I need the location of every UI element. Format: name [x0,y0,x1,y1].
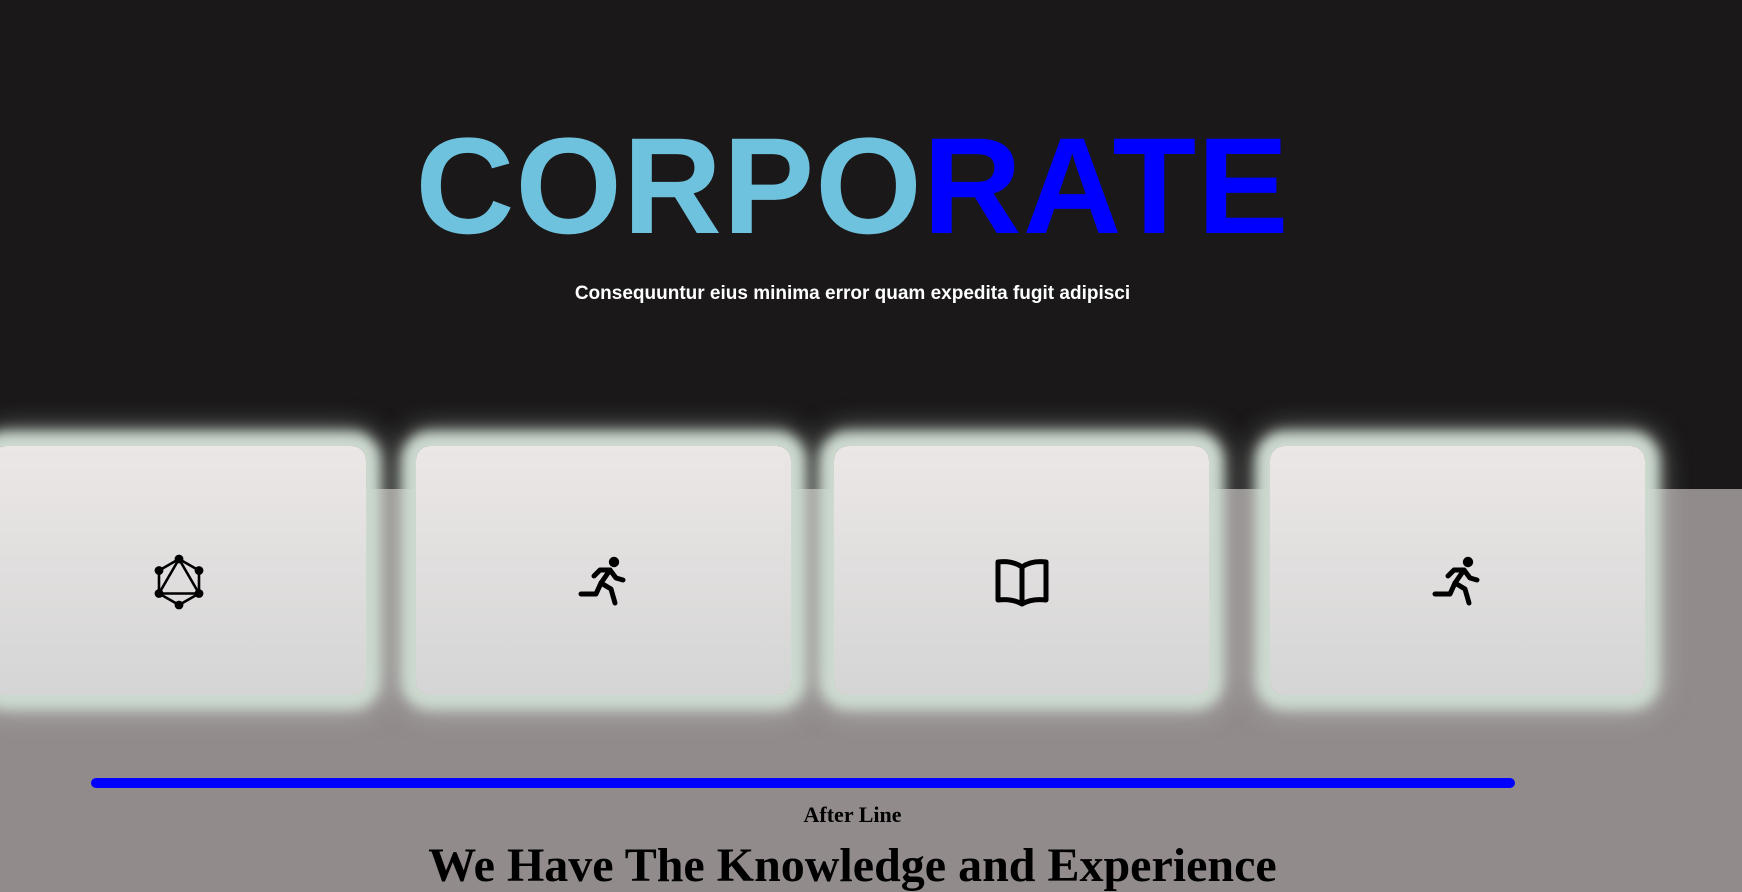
section-divider [91,778,1515,788]
feature-card-graphql[interactable] [0,446,366,695]
brand-title: CORPORATE [0,118,1705,255]
open-book-icon [995,558,1048,606]
running-person-icon [1432,556,1479,605]
after-line-label: After Line [803,802,902,827]
running-person-icon [578,556,625,605]
brand-title-part-2: RATE [922,110,1290,263]
hero-tagline: Consequuntur eius minima error quam expe… [574,283,1131,304]
graphql-icon [154,554,204,609]
feature-card-book[interactable] [834,446,1209,695]
brand-title-part-1: CORPO [415,110,923,263]
feature-card-run[interactable] [416,446,791,695]
hero-section: CORPORATE Consequuntur eius minima error… [0,0,1742,489]
feature-card-run-2[interactable] [1270,446,1645,695]
section-heading: We Have The Knowledge and Experience [428,839,1277,892]
